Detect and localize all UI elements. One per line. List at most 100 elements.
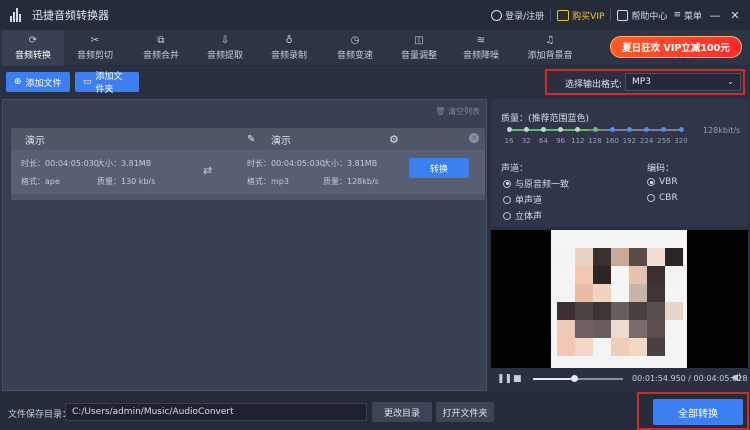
- quality-tick[interactable]: [558, 127, 564, 132]
- progress-knob[interactable]: [571, 375, 578, 382]
- app-title: 迅捷音频转换器: [32, 9, 109, 22]
- mosaic-cell: [557, 284, 575, 302]
- radio-icon: [647, 194, 655, 202]
- output-duration: 时长：00:04:05:030: [247, 159, 325, 168]
- buy-vip-link[interactable]: 购买VIP: [557, 9, 604, 22]
- title-bar: 迅捷音频转换器 登录/注册 购买VIP 帮助中心 ≡ 菜单 — ✕: [0, 0, 750, 30]
- quality-tick-label: 128: [588, 137, 602, 145]
- add-folder-button[interactable]: ▭ 添加文件夹: [75, 72, 139, 95]
- quality-tick-label: 16: [504, 137, 514, 145]
- scissors-icon: ✂: [90, 34, 100, 46]
- promo-banner[interactable]: 夏日狂欢 VIP立减100元: [610, 36, 742, 58]
- file-list-area: 🗑 清空列表 演示 ✎ 演示 ⚙ ✕ 时长：00:04:05:030 大小：3.…: [2, 99, 487, 391]
- mosaic-cell: [629, 248, 647, 266]
- tab-audio-merge[interactable]: ⧉ 音频合并: [130, 30, 192, 66]
- help-center-link[interactable]: 帮助中心: [617, 9, 667, 22]
- mosaic-cell: [665, 248, 683, 266]
- tab-label: 添加背景音: [527, 50, 573, 61]
- quality-tick-label: 32: [521, 137, 531, 145]
- add-folder-label: 添加文件夹: [95, 72, 123, 95]
- nav-tabs: ⟳ 音频转换 ✂ 音频剪切 ⧉ 音频合并 ⇩ 音频提取 ♁ 音频录制 ◷ 音频变…: [0, 30, 750, 66]
- video-thumbnail: [551, 230, 687, 368]
- channel-option-stereo[interactable]: 立体声: [503, 209, 542, 222]
- convert-all-button[interactable]: 全部转换: [653, 399, 743, 425]
- output-size: 大小：3.81MB: [323, 159, 378, 168]
- login-link[interactable]: 登录/注册: [491, 9, 544, 22]
- tab-audio-speed[interactable]: ◷ 音频变速: [324, 30, 386, 66]
- save-path-label: 文件保存目录：: [8, 410, 72, 420]
- mosaic-cell: [647, 248, 665, 266]
- quality-tick[interactable]: [609, 127, 615, 132]
- mosaic-cell: [575, 338, 593, 356]
- quality-tick-label: 224: [639, 137, 654, 145]
- tab-audio-denoise[interactable]: ≋ 音频降噪: [450, 30, 512, 66]
- quality-tick[interactable]: [540, 127, 546, 132]
- format-select[interactable]: MP3 ⌄: [625, 73, 741, 91]
- encoding-option-cbr[interactable]: CBR: [647, 193, 678, 203]
- music-note-icon: ♫: [545, 34, 555, 46]
- quality-tick[interactable]: [678, 127, 684, 132]
- channel-option-mono[interactable]: 单声道: [503, 193, 542, 206]
- settings-gear-icon[interactable]: ⚙: [389, 133, 399, 146]
- tab-audio-cut[interactable]: ✂ 音频剪切: [64, 30, 126, 66]
- add-file-button[interactable]: ⊕ 添加文件: [6, 72, 70, 92]
- quality-tick[interactable]: [644, 127, 650, 132]
- mosaic-cell: [611, 320, 629, 338]
- quality-tick-label: 96: [556, 137, 566, 145]
- edit-icon[interactable]: ✎: [247, 134, 255, 145]
- mosaic-cell: [665, 266, 683, 284]
- quality-tick[interactable]: [506, 127, 512, 132]
- tab-label: 音量调整: [400, 50, 437, 61]
- open-folder-button[interactable]: 打开文件夹: [436, 402, 494, 422]
- mosaic-cell: [611, 248, 629, 266]
- app-logo-icon: [10, 8, 24, 22]
- quality-tick[interactable]: [592, 127, 598, 132]
- pause-icon[interactable]: ❚❚: [497, 374, 512, 384]
- format-highlight: 选择输出格式: MP3 ⌄: [545, 69, 745, 95]
- plus-circle-icon: ⊕: [14, 77, 22, 87]
- login-label: 登录/注册: [505, 11, 545, 22]
- mosaic-cell: [647, 302, 665, 320]
- menu-button[interactable]: ≡ 菜单: [673, 9, 702, 22]
- mosaic-cell: [557, 266, 575, 284]
- quality-tick[interactable]: [575, 127, 581, 132]
- encoding-option-vbr[interactable]: VBR: [647, 177, 678, 187]
- clear-list-button[interactable]: 🗑 清空列表: [435, 106, 480, 117]
- mosaic-cell: [557, 338, 575, 356]
- tab-audio-extract[interactable]: ⇩ 音频提取: [194, 30, 256, 66]
- quality-tick[interactable]: [661, 127, 667, 132]
- denoise-icon: ≋: [476, 34, 486, 46]
- chevron-down-icon: ⌄: [727, 77, 734, 86]
- convert-button[interactable]: 转换: [409, 158, 469, 178]
- source-quality: 质量：130 kb/s: [97, 177, 156, 186]
- change-dir-button[interactable]: 更改目录: [372, 402, 432, 422]
- save-path-input[interactable]: C:/Users/admin/Music/AudioConvert: [65, 403, 367, 421]
- mosaic-cell: [665, 338, 683, 356]
- mosaic-cell: [647, 320, 665, 338]
- close-icon[interactable]: ✕: [728, 9, 742, 22]
- minimize-icon[interactable]: —: [708, 9, 722, 22]
- volume-icon[interactable]: ◀): [731, 373, 741, 383]
- help-label: 帮助中心: [631, 11, 668, 22]
- file-card-header: 演示 ✎ 演示 ⚙ ✕: [11, 128, 485, 150]
- quality-tick-label: 320: [674, 137, 688, 145]
- quality-tick[interactable]: [626, 127, 632, 132]
- channel-option-original[interactable]: 与原音频一致: [503, 177, 569, 190]
- tab-audio-record[interactable]: ♁ 音频录制: [258, 30, 320, 66]
- quality-tick[interactable]: [523, 127, 529, 132]
- source-duration: 时长：00:04:05:030: [21, 159, 99, 168]
- mosaic-cell: [575, 284, 593, 302]
- tab-audio-convert[interactable]: ⟳ 音频转换: [2, 30, 64, 66]
- user-icon: [491, 9, 503, 21]
- tab-add-background[interactable]: ♫ 添加背景音: [516, 30, 584, 66]
- mosaic-cell: [593, 338, 611, 356]
- remove-item-icon[interactable]: ✕: [469, 133, 479, 143]
- stop-icon[interactable]: ■: [513, 374, 522, 384]
- mosaic-cell: [629, 320, 647, 338]
- mosaic-cell: [557, 302, 575, 320]
- radio-icon: [647, 178, 655, 186]
- tab-volume-adjust[interactable]: ◫ 音量调整: [388, 30, 450, 66]
- mic-icon: ♁: [285, 34, 293, 46]
- mosaic-cell: [575, 320, 593, 338]
- trash-icon: 🗑: [435, 107, 446, 116]
